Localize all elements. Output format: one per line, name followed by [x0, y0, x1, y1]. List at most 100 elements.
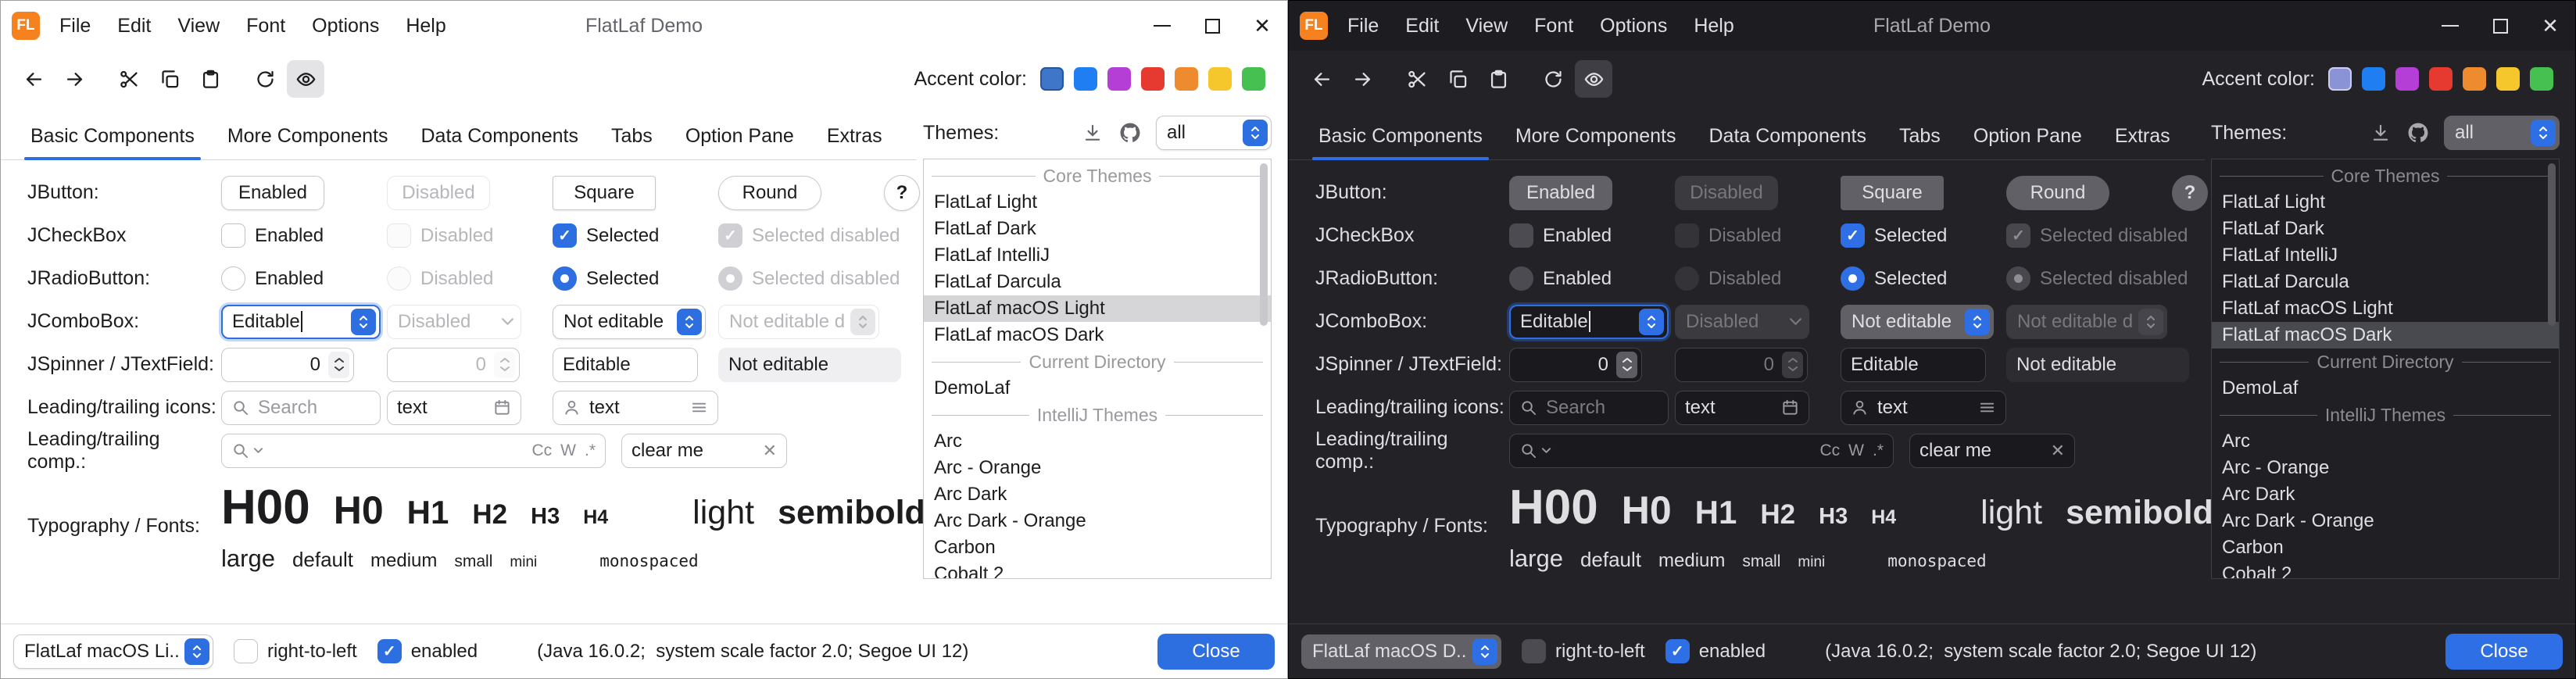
checkbox-enabled[interactable]: Enabled [1509, 223, 1612, 248]
enabled-checkbox[interactable]: enabled [377, 639, 478, 663]
chevron-down-icon[interactable] [253, 447, 263, 454]
scrollbar-thumb[interactable] [1260, 163, 1268, 326]
search-history-field[interactable]: Cc W .* [221, 434, 606, 468]
theme-item-flatlaf-darcula[interactable]: FlatLaf Darcula [924, 269, 1271, 295]
theme-item-carbon[interactable]: Carbon [924, 534, 1271, 561]
paste-button[interactable] [1479, 60, 1517, 98]
tab-more-components[interactable]: More Components [1503, 113, 1689, 159]
themes-filter-combobox[interactable]: all [1156, 116, 1272, 150]
accent-swatch-yellow[interactable] [1208, 67, 1232, 91]
close-window-button[interactable]: ✕ [2525, 1, 2575, 51]
accent-swatch-green[interactable] [1242, 67, 1265, 91]
accent-swatch-yellow[interactable] [2496, 67, 2520, 91]
radio-selected[interactable]: Selected [553, 266, 659, 291]
clearable-field[interactable]: clear me ✕ [621, 434, 787, 468]
accent-swatch-purple[interactable] [1107, 67, 1131, 91]
tab-option-pane[interactable]: Option Pane [1961, 113, 2095, 159]
accent-swatch-default[interactable] [1040, 67, 1064, 91]
minimize-button[interactable] [2425, 1, 2475, 51]
theme-item-arc-orange[interactable]: Arc - Orange [2212, 455, 2559, 481]
combobox-arrows-icon[interactable] [1243, 120, 1268, 146]
theme-item-demolaf[interactable]: DemoLaf [924, 375, 1271, 402]
combobox-arrows-icon[interactable] [677, 309, 702, 335]
right-to-left-checkbox[interactable]: right-to-left [234, 639, 357, 663]
tab-more-components[interactable]: More Components [215, 113, 401, 159]
chevron-down-icon[interactable] [1541, 447, 1551, 454]
help-button[interactable]: ? [884, 175, 920, 211]
jbutton-round[interactable]: Round [718, 176, 821, 210]
maximize-button[interactable] [1187, 1, 1237, 51]
radio-enabled[interactable]: Enabled [1509, 266, 1612, 291]
menu-options[interactable]: Options [299, 1, 392, 51]
combobox-arrows-icon[interactable] [1965, 309, 1990, 335]
theme-item-flatlaf-macos-light[interactable]: FlatLaf macOS Light [924, 295, 1271, 322]
themes-filter-combobox[interactable]: all [2444, 116, 2560, 150]
minimize-button[interactable] [1137, 1, 1187, 51]
menu-options[interactable]: Options [1587, 1, 1680, 51]
spinner-arrows-icon[interactable] [1616, 352, 1637, 378]
combobox-not-editable[interactable]: Not editable [1841, 305, 1994, 339]
combobox-arrows-icon[interactable] [2531, 120, 2556, 146]
textfield-editable[interactable]: Editable [553, 348, 698, 382]
enabled-checkbox[interactable]: enabled [1665, 639, 1766, 663]
maximize-button[interactable] [2475, 1, 2525, 51]
whole-word-button[interactable]: W [560, 441, 576, 460]
spinner[interactable]: 0 [221, 348, 354, 382]
help-button[interactable]: ? [2172, 175, 2208, 211]
accent-swatch-blue[interactable] [1074, 67, 1097, 91]
forward-button[interactable] [1343, 60, 1381, 98]
combobox-editable[interactable]: Editable [1509, 305, 1669, 339]
accent-swatch-orange[interactable] [2463, 67, 2486, 91]
download-themes-button[interactable] [1079, 120, 1106, 146]
tab-data-components[interactable]: Data Components [408, 113, 591, 159]
menu-icon[interactable] [1978, 398, 1996, 416]
menu-file[interactable]: File [1334, 1, 1392, 51]
calendar-icon[interactable] [1781, 398, 1799, 416]
back-button[interactable] [15, 60, 52, 98]
tab-basic-components[interactable]: Basic Components [18, 113, 207, 159]
combobox-editable[interactable]: Editable [221, 305, 381, 339]
user-field[interactable]: text [1841, 391, 2006, 425]
theme-item-flatlaf-macos-dark[interactable]: FlatLaf macOS Dark [924, 322, 1271, 348]
theme-item-arc-orange[interactable]: Arc - Orange [924, 455, 1271, 481]
menu-icon[interactable] [690, 398, 708, 416]
jbutton-enabled[interactable]: Enabled [221, 176, 324, 210]
tab-data-components[interactable]: Data Components [1696, 113, 1879, 159]
theme-item-carbon[interactable]: Carbon [2212, 534, 2559, 561]
radio-selected[interactable]: Selected [1841, 266, 1947, 291]
clear-icon[interactable]: ✕ [763, 442, 777, 459]
combobox-arrows-icon[interactable] [1472, 638, 1497, 665]
spinner-arrows-icon[interactable] [328, 352, 349, 378]
close-window-button[interactable]: ✕ [1237, 1, 1287, 51]
theme-item-arc[interactable]: Arc [2212, 428, 2559, 455]
theme-item-flatlaf-macos-light[interactable]: FlatLaf macOS Light [2212, 295, 2559, 322]
refresh-button[interactable] [246, 60, 284, 98]
right-to-left-checkbox[interactable]: right-to-left [1522, 639, 1645, 663]
refresh-button[interactable] [1534, 60, 1572, 98]
clear-icon[interactable]: ✕ [2051, 442, 2065, 459]
download-themes-button[interactable] [2367, 120, 2394, 146]
tab-option-pane[interactable]: Option Pane [673, 113, 807, 159]
tab-extras[interactable]: Extras [814, 113, 895, 159]
regex-button[interactable]: .* [1873, 441, 1884, 460]
accent-swatch-default[interactable] [2328, 67, 2352, 91]
theme-item-cobalt-2[interactable]: Cobalt 2 [924, 561, 1271, 579]
textfield-editable[interactable]: Editable [1841, 348, 1986, 382]
menu-view[interactable]: View [164, 1, 233, 51]
theme-item-flatlaf-dark[interactable]: FlatLaf Dark [924, 216, 1271, 242]
combobox-arrows-icon[interactable] [184, 638, 209, 665]
close-app-button[interactable]: Close [1157, 634, 1275, 670]
github-button[interactable] [2405, 120, 2431, 146]
calendar-icon[interactable] [493, 398, 511, 416]
combobox-arrows-icon[interactable] [351, 309, 376, 335]
match-case-button[interactable]: Cc [1819, 441, 1840, 460]
tab-basic-components[interactable]: Basic Components [1306, 113, 1495, 159]
jbutton-square[interactable]: Square [553, 176, 656, 210]
clearable-field[interactable]: clear me ✕ [1909, 434, 2075, 468]
accent-swatch-green[interactable] [2530, 67, 2553, 91]
theme-item-flatlaf-light[interactable]: FlatLaf Light [924, 189, 1271, 216]
copy-button[interactable] [151, 60, 188, 98]
menu-help[interactable]: Help [392, 1, 459, 51]
back-button[interactable] [1303, 60, 1340, 98]
show-hidden-toggle-button[interactable] [287, 60, 324, 98]
